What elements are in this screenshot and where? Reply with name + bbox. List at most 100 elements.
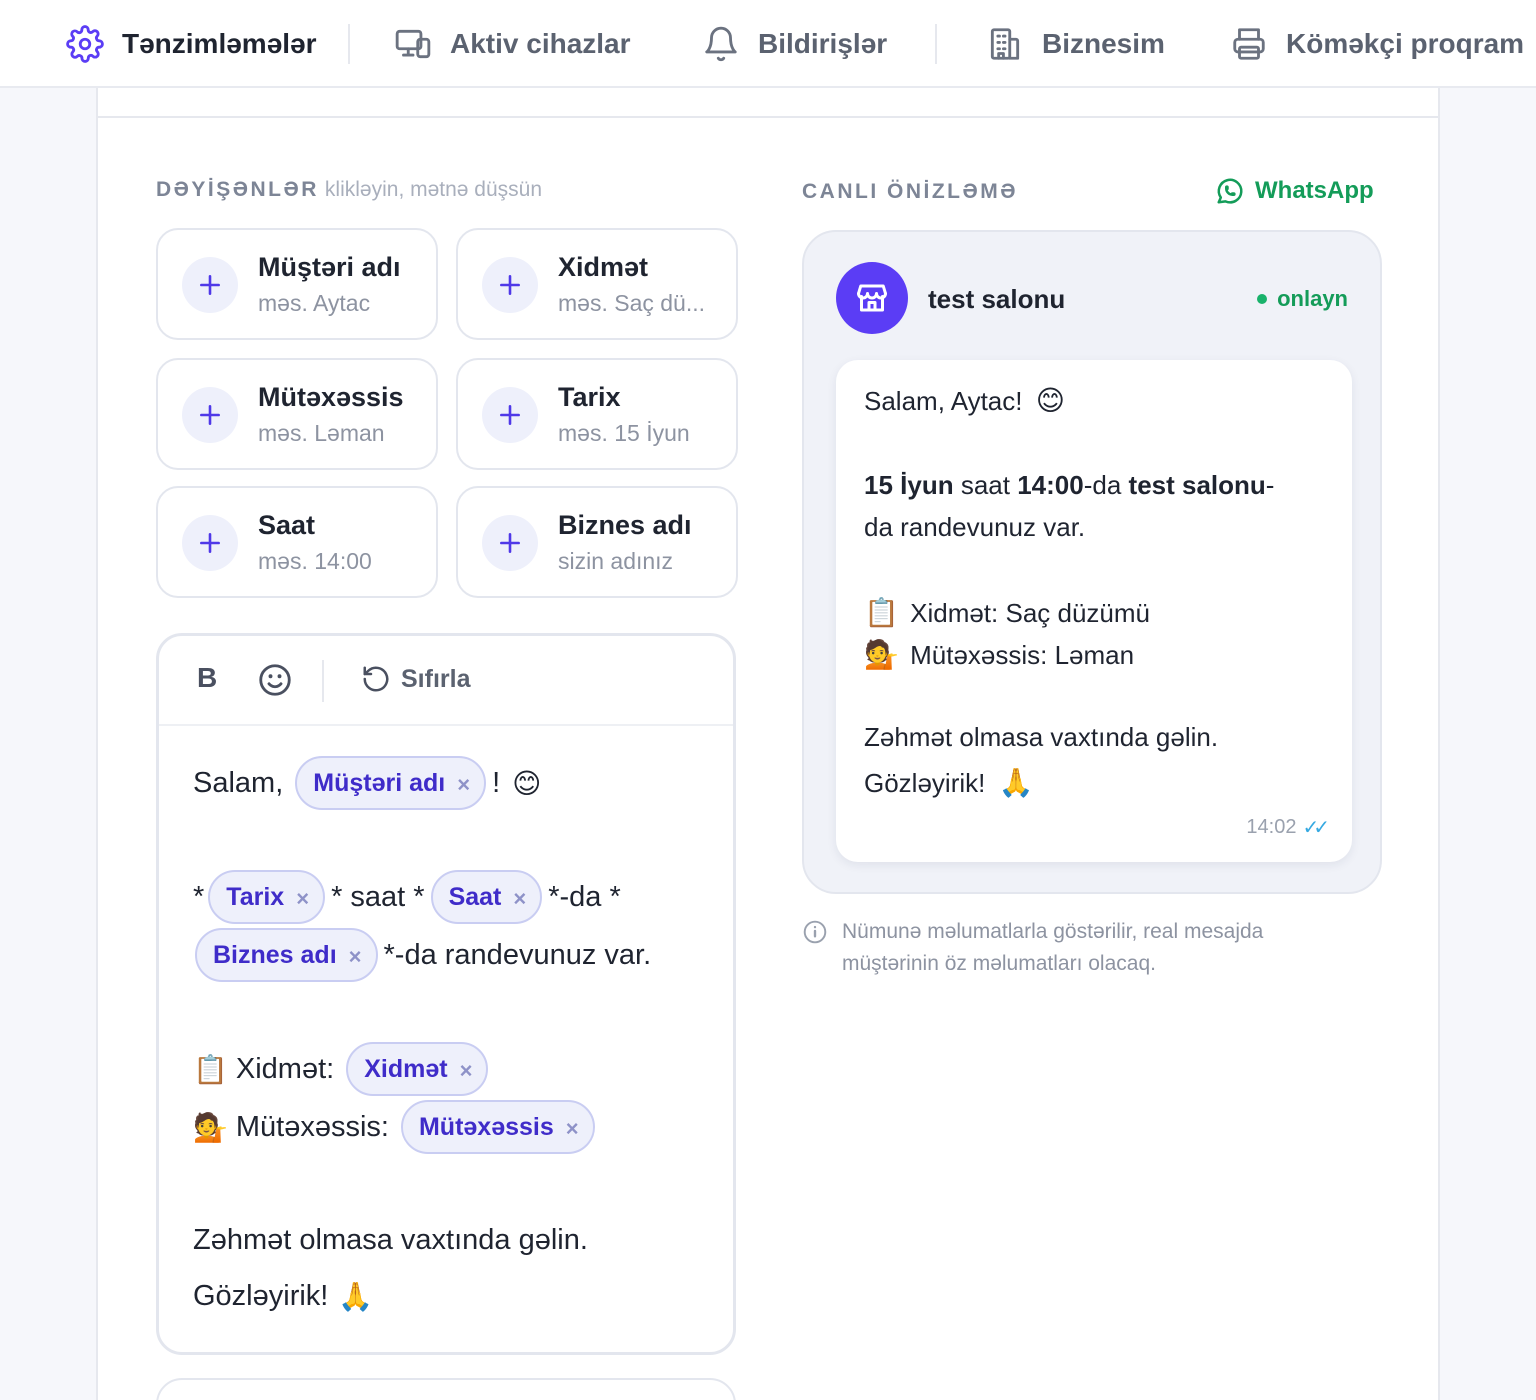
reset-button[interactable]: Sıfırla — [361, 664, 470, 694]
variable-chip-business-name[interactable]: Biznes adı × — [195, 928, 378, 982]
smiley-icon — [259, 664, 291, 696]
message-line: Zəhmət olmasa vaxtında gəlin. — [864, 722, 1219, 752]
variable-example: məs. 15 İyun — [558, 420, 690, 446]
nav-item-helper-app[interactable]: Köməkçi proqram — [1230, 0, 1524, 88]
chip-remove-icon[interactable]: × — [457, 772, 470, 798]
clipboard-emoji: 📋 — [193, 1052, 228, 1086]
nav-item-notifications[interactable]: Bildirişlər — [702, 0, 887, 88]
editor-text: * — [193, 880, 205, 913]
chip-remove-icon[interactable]: × — [349, 944, 362, 970]
info-icon — [803, 920, 827, 944]
editor-toolbar: B Sıfırla — [159, 636, 733, 726]
variable-chip-customer-name[interactable]: Müştəri adı × — [295, 756, 487, 810]
nav-label: Tənzimləmələr — [122, 28, 317, 59]
variable-tile-date[interactable]: Tarix məs. 15 İyun — [456, 358, 738, 470]
person-tipping-hand-emoji: 💁 — [864, 638, 899, 671]
chip-label: Tarix — [226, 882, 285, 911]
variable-example: məs. 14:00 — [258, 548, 372, 574]
chip-label: Mütəxəssis — [418, 1112, 554, 1141]
editor-text: Gözləyirik! — [193, 1280, 329, 1312]
message-bubble: Salam, Aytac! 😊 15 İyun saat 14:00-da te… — [836, 360, 1352, 862]
person-tipping-hand-emoji: 💁 — [193, 1110, 228, 1144]
message-text: Gözləyirik! — [864, 768, 986, 798]
chip-remove-icon[interactable]: × — [460, 1058, 473, 1084]
nav-item-settings[interactable]: Tənzimləmələr — [66, 0, 317, 88]
store-icon — [857, 284, 887, 312]
editor-line: Biznes adı × *-da randevunuz var. — [195, 928, 651, 982]
preview-title: CANLI ÖNİZLƏMƏ — [802, 180, 1018, 203]
smiling-emoji: 😊 — [512, 766, 542, 800]
nav-label: Aktiv cihazlar — [450, 28, 631, 59]
message-date: 15 İyun — [864, 470, 954, 500]
editor-line: Zəhmət olmasa vaxtında gəlin. — [193, 1224, 588, 1257]
nav-item-active-devices[interactable]: Aktiv cihazlar — [394, 0, 631, 88]
sent-time: 14:02 — [1246, 816, 1297, 838]
variables-hint: klikləyin, mətnə düşsün — [324, 178, 543, 201]
chip-remove-icon[interactable]: × — [296, 886, 309, 912]
variable-tile-customer-name[interactable]: Müştəri adı məs. Aytac — [156, 228, 438, 340]
bell-icon — [705, 26, 737, 62]
message-line: 💁 Mütəxəssis: Ləman — [864, 638, 1134, 671]
salon-name: test salonu — [928, 284, 1066, 314]
nav-divider — [348, 24, 350, 64]
folded-hands-emoji: 🙏 — [998, 766, 1034, 799]
clipboard-emoji: 📋 — [864, 596, 899, 629]
reset-label: Sıfırla — [401, 664, 471, 693]
editor-text: Xidmət: — [235, 1052, 335, 1085]
message-business: test salonu — [1128, 470, 1266, 500]
message-text: Salam, Aytac! — [864, 386, 1023, 416]
gear-icon — [66, 25, 104, 63]
variable-example: məs. Aytac — [258, 290, 371, 316]
variable-chip-service[interactable]: Xidmət × — [346, 1042, 489, 1096]
chip-label: Saat — [448, 882, 502, 911]
variable-chip-specialist[interactable]: Mütəxəssis × — [400, 1100, 595, 1154]
message-text: Mütəxəssis: Ləman — [910, 640, 1135, 670]
nav-item-business[interactable]: Biznesim — [986, 0, 1165, 88]
online-status: onlayn — [1257, 286, 1348, 312]
editor-text: *-da * — [548, 880, 621, 913]
message-text: Xidmət: Saç düzümü — [910, 598, 1150, 628]
emoji-button[interactable] — [257, 662, 293, 698]
message-text: saat — [960, 470, 1010, 500]
whatsapp-channel: WhatsApp — [1215, 176, 1374, 206]
message-line: da randevunuz var. — [864, 512, 1086, 542]
message-line: 15 İyun saat 14:00-da test salonu- — [864, 470, 1274, 501]
salon-avatar — [836, 262, 908, 334]
whatsapp-icon — [1217, 178, 1243, 204]
online-dot — [1257, 294, 1268, 304]
read-ticks-icon: ✓✓ — [1302, 817, 1329, 839]
variable-tile-service[interactable]: Xidmət məs. Saç dü... — [456, 228, 738, 340]
chip-label: Biznes adı — [213, 940, 337, 969]
reset-icon — [363, 666, 389, 692]
variables-heading: DƏYİŞƏNLƏR klikləyin, mətnə düşsün — [156, 178, 542, 202]
editor-line: Gözləyirik! 🙏 — [193, 1280, 373, 1313]
editor-text: Salam, — [193, 766, 284, 799]
divider — [98, 116, 1438, 118]
message-line: Salam, Aytac! 😊 — [864, 384, 1065, 417]
variable-tile-business-name[interactable]: Biznes adı sizin adınız — [456, 486, 738, 598]
variables-title: DƏYİŞƏNLƏR — [156, 178, 319, 201]
chip-label: Müştəri adı — [313, 768, 446, 797]
editor-line: 📋 Xidmət: Xidmət × — [193, 1042, 489, 1096]
chip-remove-icon[interactable]: × — [513, 886, 526, 912]
bold-button[interactable]: B — [197, 662, 217, 694]
variable-chip-date[interactable]: Tarix × — [208, 870, 326, 924]
status-label: onlayn — [1277, 286, 1348, 311]
message-editor[interactable]: B Sıfırla Salam, Müştəri adı × ! 😊 * Tar… — [156, 633, 736, 1355]
variable-label: Saat — [258, 510, 316, 540]
live-preview-panel: test salonu onlayn Salam, Aytac! 😊 15 İy… — [802, 230, 1382, 894]
message-line: 📋 Xidmət: Saç düzümü — [864, 596, 1150, 629]
next-section-card — [156, 1378, 736, 1400]
variable-tile-time[interactable]: Saat məs. 14:00 — [156, 486, 438, 598]
printer-icon — [1233, 28, 1265, 60]
editor-line: Salam, Müştəri adı × ! 😊 — [193, 756, 541, 810]
plus-icon — [182, 387, 238, 443]
message-line: Gözləyirik! 🙏 — [864, 766, 1033, 799]
variable-tile-specialist[interactable]: Mütəxəssis məs. Ləman — [156, 358, 438, 470]
building-icon — [990, 28, 1020, 60]
preview-note: Nümunə məlumatlarla göstərilir, real mes… — [802, 916, 1362, 980]
plus-icon — [482, 257, 538, 313]
editor-text: Mütəxəssis: — [235, 1110, 389, 1143]
variable-chip-time[interactable]: Saat × — [430, 870, 543, 924]
chip-remove-icon[interactable]: × — [566, 1116, 579, 1142]
